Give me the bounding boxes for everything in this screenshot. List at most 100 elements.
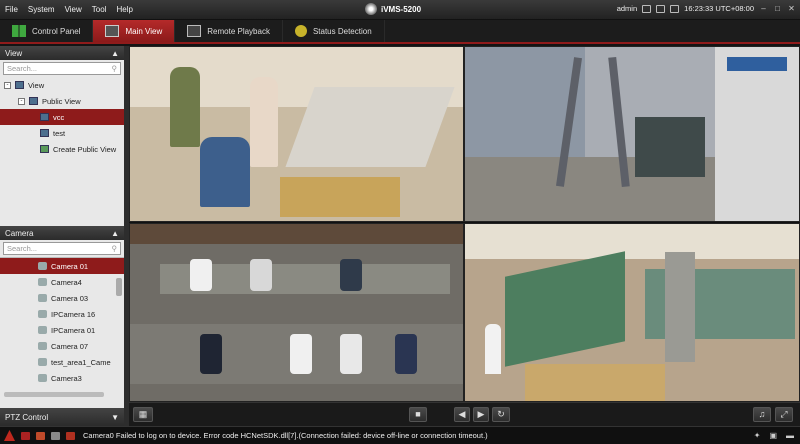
collapse-icon[interactable]: ▲ — [111, 49, 119, 58]
camera-panel-header[interactable]: Camera ▲ — [0, 226, 124, 240]
video-feed-3[interactable] — [129, 223, 464, 402]
monitor-icon — [105, 25, 120, 37]
collapse-icon[interactable]: ▲ — [111, 229, 119, 238]
ptz-panel-header[interactable]: PTZ Control ▼ — [0, 408, 124, 426]
scene-cashier — [200, 137, 250, 207]
menu-tool[interactable]: Tool — [87, 5, 112, 14]
close-icon[interactable]: ✕ — [787, 4, 796, 13]
storage-icon[interactable] — [656, 4, 666, 13]
lock-icon[interactable]: ▣ — [769, 431, 777, 440]
warning-icon[interactable] — [4, 430, 15, 441]
pin-icon[interactable]: ✦ — [754, 431, 761, 440]
collapse-toggle-icon[interactable]: - — [18, 97, 25, 105]
event-icon[interactable] — [66, 431, 75, 440]
camera-item[interactable]: Camera 03 — [0, 290, 124, 306]
scene-car — [190, 259, 212, 291]
camera-icon — [38, 374, 47, 382]
tree-item-vcc[interactable]: vcc — [0, 109, 124, 125]
tree-item-test[interactable]: test — [0, 125, 124, 141]
search-icon[interactable]: ⚲ — [112, 244, 118, 253]
tab-label: Remote Playback — [207, 26, 270, 36]
menu-file[interactable]: File — [0, 5, 23, 14]
maximize-icon[interactable]: □ — [773, 4, 782, 13]
sound-alarm-icon[interactable] — [36, 431, 45, 440]
tab-label: Control Panel — [32, 26, 81, 36]
ptz-panel: PTZ Control ▼ — [0, 408, 124, 426]
search-icon[interactable]: ⚲ — [112, 64, 118, 73]
user-icon[interactable] — [642, 4, 652, 13]
scene-car — [340, 259, 362, 291]
camera-item[interactable]: IPCamera 16 — [0, 306, 124, 322]
camera-search-input[interactable]: Search... ⚲ — [3, 242, 121, 255]
alarm-icon[interactable] — [21, 431, 30, 440]
video-feed-1[interactable] — [129, 46, 464, 222]
app-logo-icon — [365, 3, 377, 15]
tab-label: Main View — [125, 26, 163, 36]
camera-item[interactable]: Camera4 — [0, 274, 124, 290]
camera-list-scrollbar[interactable] — [116, 278, 122, 296]
view-panel-header[interactable]: View ▲ — [0, 46, 124, 60]
device-icon[interactable] — [51, 431, 60, 440]
camera-icon — [38, 294, 47, 302]
tab-remote-playback[interactable]: Remote Playback — [175, 20, 283, 42]
next-page-button[interactable]: ▶ — [473, 407, 489, 422]
scene-car — [290, 334, 312, 374]
tree-item-public-view[interactable]: - Public View — [0, 93, 124, 109]
camera-panel: Camera ▲ Search... ⚲ Camera 01 Camera4 C — [0, 226, 124, 402]
view-icon — [40, 129, 49, 137]
panel-toggle-icon[interactable]: ▬ — [786, 431, 794, 440]
camera-label: IPCamera 01 — [51, 325, 96, 335]
app-title: iVMS-5200 — [365, 3, 421, 15]
window-layout-button[interactable]: ▦ — [133, 407, 153, 422]
camera-item[interactable]: Camera 01 — [0, 258, 124, 274]
title-right-area: admin 16:23:33 UTC+08:00 – □ ✕ — [617, 4, 796, 13]
camera-list-hscrollbar[interactable] — [4, 392, 104, 397]
expand-icon[interactable]: ▼ — [111, 413, 119, 422]
menu-help[interactable]: Help — [111, 5, 137, 14]
status-icon — [294, 25, 307, 37]
live-view-toolbar: ▦ ■ ◀ ▶ ↻ ♫ ⤢ — [129, 402, 800, 426]
menu-system[interactable]: System — [23, 5, 60, 14]
tree-item-view[interactable]: - View — [0, 77, 124, 93]
fullscreen-button[interactable]: ⤢ — [775, 407, 793, 422]
tab-label: Status Detection — [312, 26, 372, 36]
camera-icon — [38, 358, 47, 366]
menu-bar: File System View Tool Help iVMS-5200 adm… — [0, 0, 800, 20]
ptz-panel-title: PTZ Control — [5, 412, 49, 422]
view-icon — [40, 113, 49, 121]
tab-status-detection[interactable]: Status Detection — [283, 20, 385, 42]
camera-list: Camera 01 Camera4 Camera 03 IPCamera 16 … — [0, 257, 124, 399]
scene-shopper — [170, 67, 200, 147]
module-tab-bar: Control Panel Main View Remote Playback … — [0, 20, 800, 44]
collapse-toggle-icon[interactable]: - — [4, 81, 11, 89]
tree-item-label: vcc — [53, 112, 65, 122]
tree-item-label: test — [53, 128, 66, 138]
scene-car — [250, 259, 272, 291]
volume-button[interactable]: ♫ — [753, 407, 771, 422]
scene-car — [395, 334, 417, 374]
minimize-icon[interactable]: – — [759, 4, 768, 13]
playback-icon — [187, 25, 202, 37]
video-feed-4[interactable] — [464, 223, 800, 402]
auto-switch-button[interactable]: ↻ — [492, 407, 510, 422]
tab-main-view[interactable]: Main View — [93, 20, 176, 42]
menu-view[interactable]: View — [60, 5, 87, 14]
video-feed-2[interactable] — [464, 46, 800, 222]
tree-item-create-public-view[interactable]: Create Public View — [0, 141, 124, 157]
tab-control-panel[interactable]: Control Panel — [0, 20, 94, 42]
camera-item[interactable]: Camera3 — [0, 370, 124, 386]
camera-item[interactable]: IPCamera 01 — [0, 322, 124, 338]
scene-shopper — [485, 324, 501, 374]
view-search-input[interactable]: Search... ⚲ — [3, 62, 121, 75]
control-panel-icon — [12, 25, 26, 37]
camera-item[interactable]: test_area1_Came — [0, 354, 124, 370]
clock-text: 16:23:33 UTC+08:00 — [684, 4, 754, 13]
lock-icon[interactable] — [670, 4, 680, 13]
camera-icon — [38, 262, 47, 270]
previous-page-button[interactable]: ◀ — [454, 407, 470, 422]
camera-item[interactable]: Camera 07 — [0, 338, 124, 354]
stop-all-button[interactable]: ■ — [409, 407, 427, 422]
user-name: admin — [616, 4, 638, 13]
scene-bank-sign — [727, 57, 787, 71]
scene-groceries — [280, 177, 400, 217]
